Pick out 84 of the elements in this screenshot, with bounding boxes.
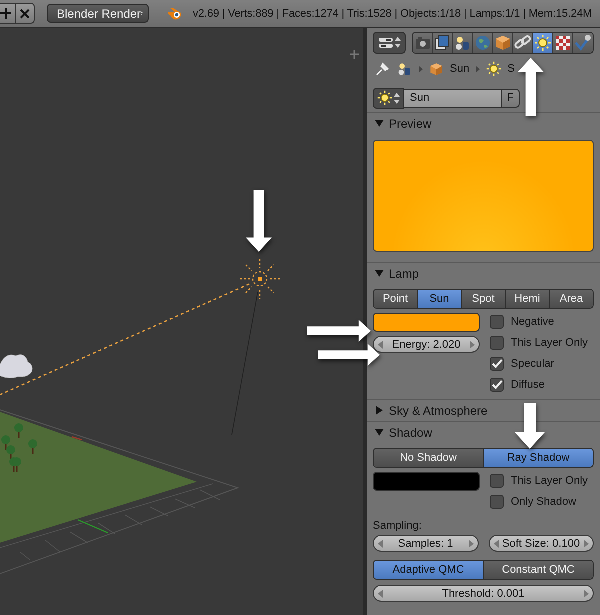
- threshold-field[interactable]: Threshold: 0.001: [373, 585, 594, 602]
- annotation-arrow: [518, 58, 544, 116]
- right-arrow-icon: [584, 590, 589, 598]
- scene-statistics: v2.69 | Verts:889 | Faces:1274 | Tris:1528 | Objects:1/18 | Lamps:1/1 | Mem:15.24M: [193, 8, 592, 20]
- checkbox-label: This Layer Only: [511, 475, 588, 487]
- lamp-type-button[interactable]: Sun: [418, 290, 462, 308]
- context-tab[interactable]: [553, 32, 573, 52]
- breadcrumb-item[interactable]: Sun: [450, 63, 470, 75]
- lamp-type-button[interactable]: Point: [374, 290, 418, 308]
- panel-title: Sky & Atmosphere: [389, 404, 488, 418]
- left-arrow-icon: [378, 340, 383, 348]
- context-tab[interactable]: [513, 32, 533, 52]
- annotation-arrow: [318, 344, 380, 366]
- context-tab[interactable]: [533, 32, 553, 52]
- checkbox[interactable]: [490, 357, 504, 371]
- energy-field[interactable]: Energy: 2.020: [373, 336, 480, 353]
- checkbox-label: Diffuse: [511, 379, 546, 391]
- editor-type-selector[interactable]: [373, 32, 406, 54]
- checkbox[interactable]: [490, 378, 504, 392]
- fake-user-button[interactable]: F: [502, 88, 520, 108]
- lamp-color-field[interactable]: [373, 313, 480, 332]
- sun-lamp-drawing: [240, 259, 281, 299]
- chain-link-icon: [514, 34, 532, 50]
- panel-title: Lamp: [389, 266, 420, 280]
- checkbox[interactable]: [490, 495, 504, 509]
- scene-icon: [398, 64, 410, 76]
- left-arrow-icon: [378, 540, 383, 548]
- pin-icon[interactable]: [375, 61, 391, 77]
- annotation-arrow: [515, 403, 545, 449]
- shadow-mode-button[interactable]: No Shadow: [374, 449, 484, 467]
- sun-icon: [378, 90, 392, 106]
- right-arrow-icon: [468, 540, 474, 548]
- tick-brush-icon: [575, 34, 591, 51]
- lamp-type-button[interactable]: Spot: [462, 290, 506, 308]
- panel-header[interactable]: Lamp: [367, 262, 600, 284]
- globe-icon: [476, 36, 490, 50]
- annotation-arrow: [307, 320, 371, 342]
- checkbox-label: Specular: [511, 358, 554, 370]
- context-tab[interactable]: [413, 32, 433, 52]
- sampling-method-button[interactable]: Adaptive QMC: [374, 561, 484, 579]
- left-arrow-icon: [494, 540, 498, 548]
- context-tab[interactable]: [493, 32, 513, 52]
- samples-field[interactable]: Samples: 1: [373, 535, 478, 552]
- checkbox[interactable]: [490, 315, 504, 329]
- checkbox-label: This Layer Only: [511, 337, 588, 349]
- cloud-drawing: [0, 354, 33, 379]
- checkbox-label: Negative: [511, 316, 554, 328]
- context-tab[interactable]: [453, 32, 473, 52]
- trees-drawing: [2, 424, 38, 472]
- checkbox-label: Only Shadow: [511, 496, 576, 508]
- lamp-browse-button[interactable]: [373, 88, 404, 108]
- left-arrow-icon: [378, 590, 383, 598]
- checkbox[interactable]: [490, 336, 504, 350]
- annotation-arrow: [246, 190, 272, 252]
- scene-icon: [456, 36, 468, 50]
- camera-icon: [416, 36, 430, 48]
- context-tab[interactable]: [573, 32, 593, 52]
- sun-icon: [534, 34, 550, 50]
- breadcrumb-item[interactable]: S: [508, 63, 515, 75]
- breadcrumb-arrow-icon: [419, 66, 423, 72]
- cube-icon: [430, 63, 442, 75]
- cube-icon: [496, 36, 510, 50]
- sun-icon: [486, 62, 501, 76]
- sampling-method-button[interactable]: Constant QMC: [484, 561, 593, 579]
- breadcrumb-arrow-icon: [476, 66, 480, 72]
- render-engine-dropdown[interactable]: Blender Render: [47, 4, 149, 23]
- editor-type-icon: [378, 36, 394, 48]
- right-arrow-icon: [470, 340, 475, 348]
- right-arrow-icon: [584, 540, 589, 548]
- checker-icon: [556, 36, 570, 50]
- shadow-color-field[interactable]: [373, 472, 480, 491]
- panel-title: Shadow: [389, 426, 432, 440]
- up-down-arrows-icon: [395, 37, 401, 48]
- up-down-arrows-icon: [394, 92, 400, 104]
- layers-icon: [435, 35, 449, 50]
- checkbox[interactable]: [490, 474, 504, 488]
- lamp-name-field[interactable]: Sun: [404, 88, 502, 108]
- soft-size-field[interactable]: Soft Size: 0.100: [488, 535, 594, 552]
- panel-title: Preview: [389, 116, 432, 130]
- sampling-label: Sampling:: [373, 520, 423, 532]
- lamp-type-button[interactable]: Hemi: [506, 290, 550, 308]
- context-tab[interactable]: [433, 32, 453, 52]
- shadow-mode-button[interactable]: Ray Shadow: [484, 449, 593, 467]
- lamp-type-button[interactable]: Area: [550, 290, 593, 308]
